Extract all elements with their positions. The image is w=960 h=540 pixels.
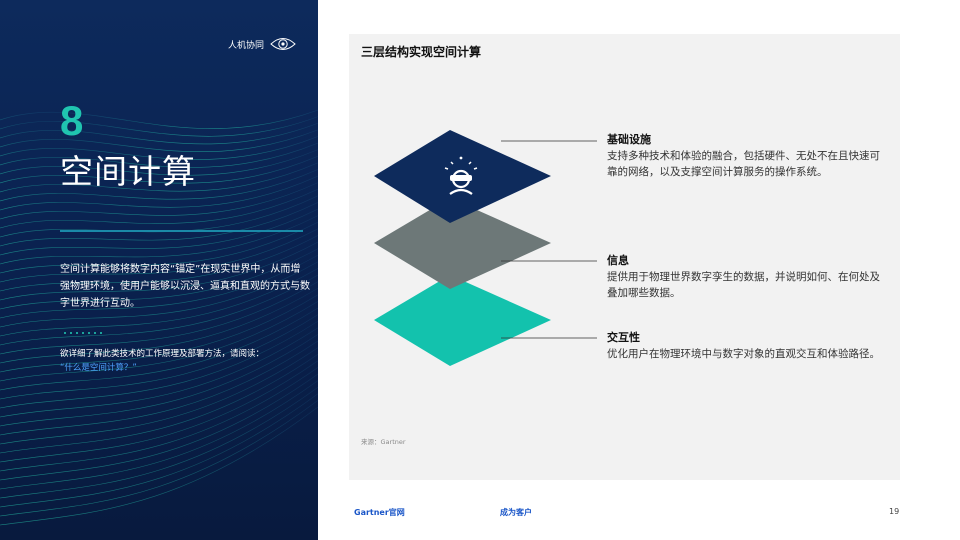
- read-more-block: 欲详细了解此类技术的工作原理及部署方法，请阅读： “什么是空间计算？”: [60, 347, 310, 375]
- gartner-website-link[interactable]: Gartner官网: [354, 507, 405, 518]
- wave-line: [0, 406, 318, 526]
- title-divider: [60, 230, 303, 232]
- eye-icon: [270, 38, 296, 50]
- wave-line: [0, 202, 318, 247]
- wave-line: [0, 400, 318, 517]
- layer-interactivity-diamond: [374, 275, 551, 366]
- wave-line: [0, 373, 318, 481]
- brand: 人机协同: [228, 36, 296, 52]
- layer-infrastructure: 基础设施 支持多种技术和体验的融合，包括硬件、无处不在且快速可靠的网络，以及支撑…: [607, 132, 887, 180]
- layer-information: 信息 提供用于物理世界数字孪生的数据，并说明如何、在何处及叠加哪些数据。: [607, 253, 887, 301]
- layer-description: 优化用户在物理环境中与数字对象的直观交互和体验路径。: [607, 348, 880, 360]
- wave-line: [0, 188, 318, 229]
- section-number: 8: [60, 97, 84, 144]
- wave-line: [0, 122, 318, 145]
- layer-title: 基础设施: [607, 133, 651, 146]
- layer-title: 交互性: [607, 331, 640, 344]
- layer-description: 支持多种技术和体验的融合，包括硬件、无处不在且快速可靠的网络，以及支撑空间计算服…: [607, 150, 880, 178]
- layer-title: 信息: [607, 254, 629, 267]
- wave-line: [0, 109, 318, 129]
- left-panel: 人机协同 8 空间计算 空间计算能够将数字内容“锚定”在现实世界中，从而增强物理…: [0, 0, 318, 540]
- source-note: 来源：Gartner: [361, 438, 406, 446]
- become-client-link[interactable]: 成为客户: [500, 507, 532, 518]
- diagram-card: 三层结构实现空间计算 基础设施 支持多种技术和体验的融合，包括硬件、无处不在且快…: [349, 34, 900, 480]
- wave-line: [0, 386, 318, 499]
- brand-label: 人机协同: [227, 40, 264, 51]
- layer-interactivity: 交互性 优化用户在物理环境中与数字对象的直观交互和体验路径。: [607, 330, 887, 362]
- section-description: 空间计算能够将数字内容“锚定”在现实世界中，从而增强物理环境，使用户能够以沉浸、…: [60, 264, 310, 309]
- read-more-link[interactable]: “什么是空间计算？”: [60, 361, 310, 375]
- wave-line: [0, 116, 318, 137]
- wave-line: [0, 380, 318, 490]
- dotted-separator: [62, 332, 106, 334]
- read-more-text: 欲详细了解此类技术的工作原理及部署方法，请阅读：: [60, 349, 265, 359]
- section-title: 空间计算: [60, 152, 196, 191]
- page-number: 19: [889, 507, 900, 516]
- layer-description: 提供用于物理世界数字孪生的数据，并说明如何、在何处及叠加哪些数据。: [607, 271, 880, 299]
